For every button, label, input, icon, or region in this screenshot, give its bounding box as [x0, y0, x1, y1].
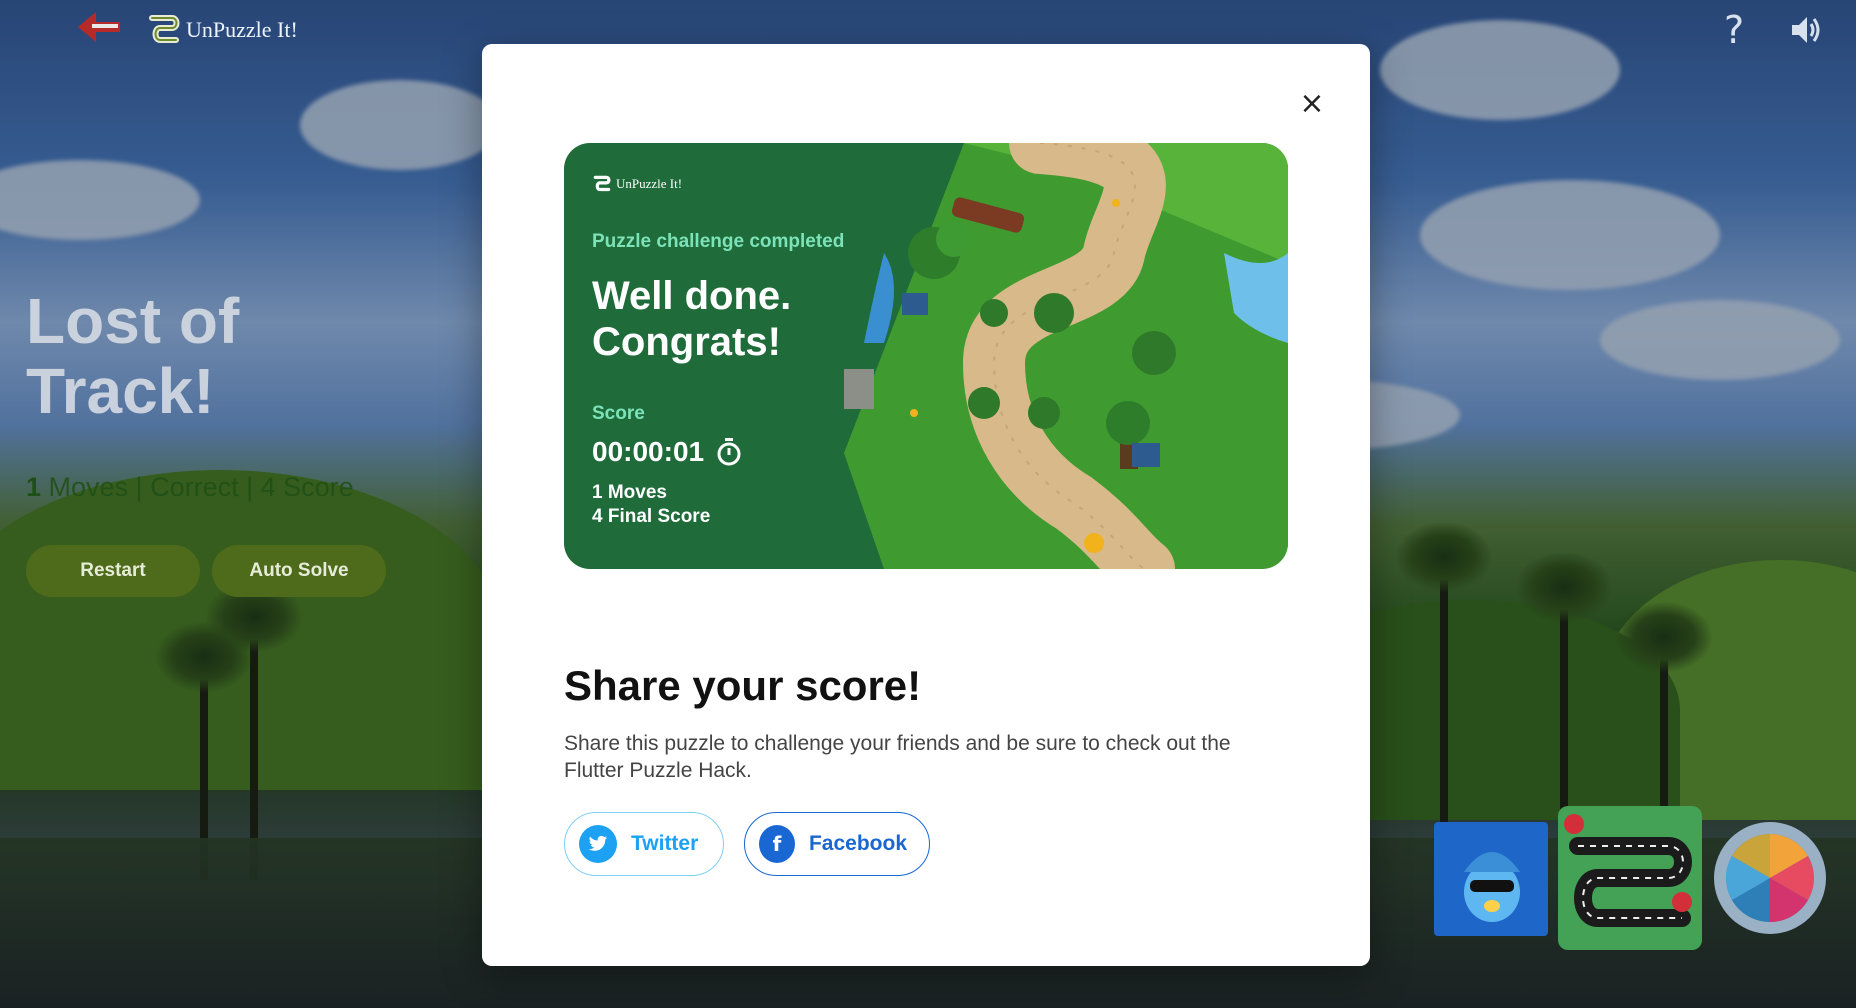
color-wheel-puzzle-thumbnail[interactable]: [1714, 822, 1826, 934]
facebook-label: Facebook: [808, 832, 907, 855]
help-icon: ?: [1724, 8, 1745, 52]
back-button[interactable]: [76, 8, 124, 48]
track-puzzle-thumbnail[interactable]: [1558, 806, 1702, 950]
facebook-share-button[interactable]: f Facebook: [744, 812, 930, 876]
help-button[interactable]: ?: [1724, 8, 1744, 52]
facebook-icon: f: [759, 825, 795, 863]
color-wheel-icon: [1726, 834, 1814, 922]
twitter-share-button[interactable]: Twitter: [564, 812, 724, 876]
twitter-icon: [579, 825, 617, 863]
timer-icon: [717, 438, 741, 466]
game-stats: 1 Moves | Correct | 4 Score: [26, 472, 354, 503]
dash-puzzle-thumbnail[interactable]: [1434, 822, 1548, 936]
dash-mascot-icon: [1464, 852, 1520, 922]
twitter-label: Twitter: [631, 832, 699, 855]
share-description: Share this puzzle to challenge your frie…: [564, 732, 1231, 782]
puzzle-board-image: [844, 143, 1288, 569]
app-title: UnPuzzle It!: [186, 17, 298, 42]
card-logo: UnPuzzle It!: [592, 173, 682, 195]
share-title: Share your score!: [564, 662, 922, 709]
app-logo: UnPuzzle It!: [146, 10, 298, 50]
snake-logo-icon: [593, 175, 611, 192]
arrow-left-icon: [78, 12, 120, 42]
restart-button[interactable]: Restart: [26, 545, 200, 597]
moves-line: 1 Moves: [592, 482, 667, 503]
close-icon: ×: [1299, 86, 1325, 121]
score-label: Score: [592, 403, 645, 424]
level-title: Lost of Track!: [26, 285, 240, 427]
close-button[interactable]: ×: [1294, 86, 1330, 122]
sound-button[interactable]: [1788, 12, 1824, 48]
snake-logo-icon: [149, 15, 180, 43]
volume-icon: [1792, 17, 1820, 43]
challenge-completed-label: Puzzle challenge completed: [592, 231, 845, 252]
stats-text: Moves | Correct | 4 Score: [41, 472, 354, 502]
card-logo-text: UnPuzzle It!: [616, 176, 683, 191]
final-score-line: 4 Final Score: [592, 506, 711, 527]
auto-solve-button[interactable]: Auto Solve: [212, 545, 386, 597]
score-time: 00:00:01: [592, 436, 742, 468]
score-card: UnPuzzle It! Puzzle challenge completed …: [564, 143, 1288, 569]
track-route-icon: [1564, 814, 1692, 927]
elapsed-time: 00:00:01: [592, 436, 705, 467]
completion-dialog: × UnPuzzle It! Puzzle challenge complete…: [482, 44, 1370, 966]
moves-count: 1: [26, 472, 42, 502]
result-details: 1 Moves 4 Final Score: [592, 481, 710, 529]
